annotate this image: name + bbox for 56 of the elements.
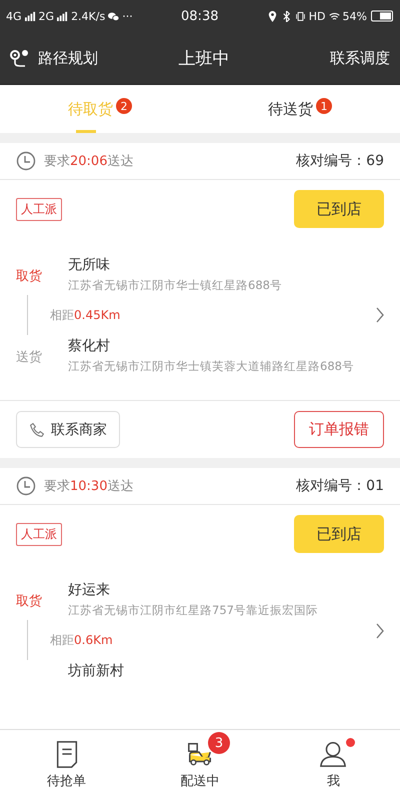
bluetooth-icon [280,10,292,22]
contact-merchant-button[interactable]: 联系商家 [16,411,120,448]
chat-icon [108,10,120,22]
battery-percent: 54% [342,10,367,22]
place-name: 无所味 [68,256,111,274]
speed-label: 2.4K/s [71,10,106,22]
clock-time: 08:38 [180,8,220,24]
place-name: 蔡化村 [68,337,111,355]
clock-icon [16,476,36,496]
count-badge: 2 [116,98,132,114]
check-number: 核对编号：69 [296,152,384,170]
stop-label: 取货 [16,594,42,608]
report-error-button[interactable]: 订单报错 [294,411,384,448]
arrived-button[interactable]: 已到店 [294,515,384,553]
person-icon [319,740,348,768]
deadline-text: 要求10:30送达 [44,478,134,495]
vibrate-icon [294,10,306,22]
phone-icon [29,422,45,438]
location-icon [266,10,278,22]
network-label: 4G [6,10,22,22]
arrived-button[interactable]: 已到店 [294,190,384,228]
dispatch-tag: 人工派 [16,198,62,221]
clock-icon [16,151,36,171]
place-name: 坊前新村 [68,662,124,680]
more-label: ··· [122,10,133,22]
address-text: 江苏省无锡市江阴市华士镇芙蓉大道辅路红星路688号 [68,359,354,374]
address-text: 江苏省无锡市江阴市华士镇红星路688号 [68,278,282,293]
network-label: 2G [38,10,54,22]
battery-icon [370,10,394,22]
nav-item[interactable]: 3 配送中 [133,730,267,800]
place-name: 好运来 [68,581,111,599]
stop-label: 送货 [16,350,42,364]
dispatch-tag: 人工派 [16,523,62,546]
chevron-right-icon[interactable] [376,622,384,638]
hd-label: HD [308,10,326,22]
count-badge: 3 [208,732,230,754]
chevron-right-icon[interactable] [376,307,384,323]
tab[interactable]: 待送货 1 [200,85,400,133]
nav-item[interactable]: 待抢单 [0,730,134,800]
route-planning-link[interactable]: 路径规划 [38,48,98,68]
nav-item[interactable]: 我 [266,730,400,800]
distance-text: 相距0.6Km [50,632,113,648]
stop-label: 取货 [16,268,42,284]
address-text: 江苏省无锡市江阴市红星路757号靠近振宏国际 [68,603,318,618]
route-icon[interactable] [10,49,30,67]
signal-icon [24,10,36,22]
wifi-icon [328,10,340,22]
distance-text: 相距0.45Km [50,306,120,324]
signal-icon [57,10,68,22]
contact-dispatch-link[interactable]: 联系调度 [330,48,390,68]
scooter-icon [186,740,214,768]
page-title: 上班中 [178,48,230,70]
tab[interactable]: 待取货 2 [0,85,200,133]
count-badge: 1 [316,98,332,114]
deadline-text: 要求20:06送达 [44,153,134,170]
check-number: 核对编号：01 [296,477,384,495]
